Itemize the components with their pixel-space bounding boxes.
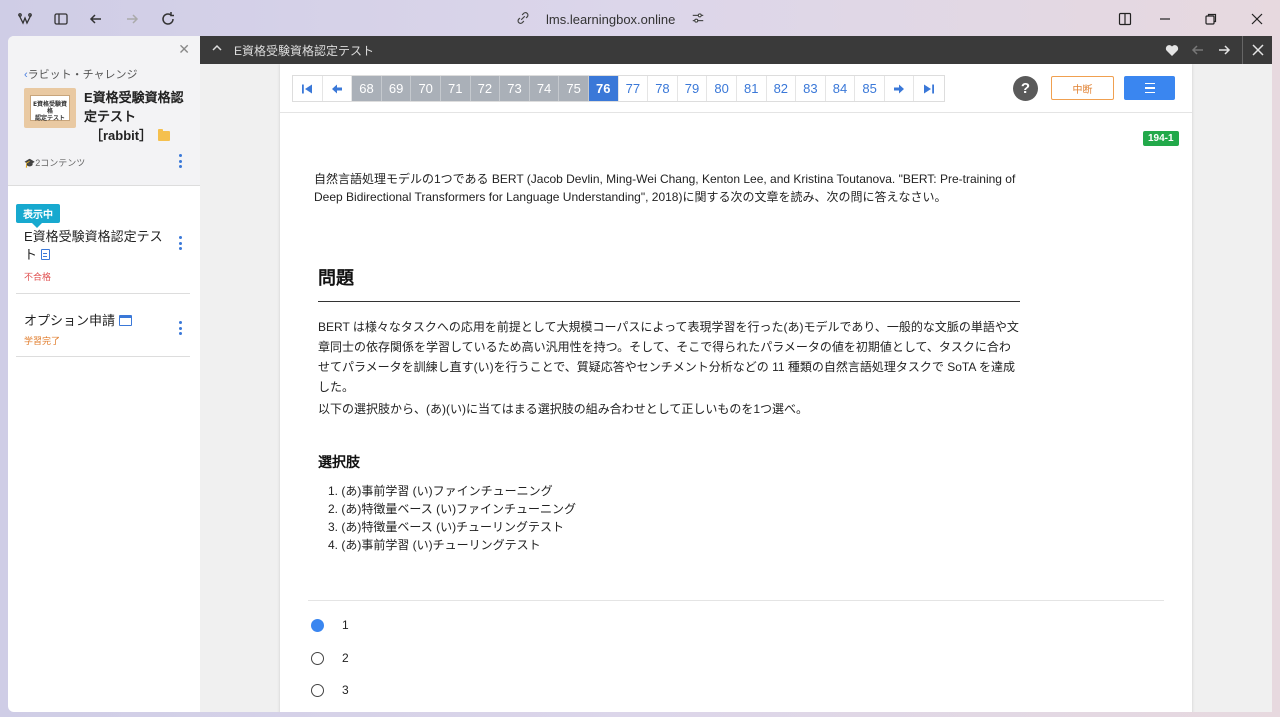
page-button-69[interactable]: 69 — [381, 76, 412, 101]
sidebar-item-option[interactable]: オプション申請 — [24, 310, 133, 329]
page-button-81[interactable]: 81 — [736, 76, 767, 101]
page-button-70[interactable]: 70 — [411, 76, 441, 101]
help-button[interactable]: ? — [1013, 76, 1038, 101]
link-icon — [516, 11, 530, 28]
answer-option-2[interactable]: 2 — [311, 651, 349, 665]
page-button-82[interactable]: 82 — [766, 76, 797, 101]
divider — [308, 600, 1164, 601]
list-item: 1. (あ)事前学習 (い)ファインチューニング — [328, 484, 553, 498]
list-item: 3. (あ)特徴量ベース (い)チューリングテスト — [328, 520, 565, 534]
first-page-icon — [302, 84, 313, 93]
page-button-83[interactable]: 83 — [796, 76, 826, 101]
workspaces-icon[interactable] — [14, 8, 36, 30]
prev-page-button[interactable] — [322, 76, 353, 101]
page-button-74[interactable]: 74 — [529, 76, 560, 101]
content-count: 🎓2コンテンツ — [24, 158, 86, 168]
page-button-80[interactable]: 80 — [707, 76, 737, 101]
prev-content-icon[interactable] — [1190, 42, 1206, 58]
heart-icon[interactable] — [1164, 42, 1180, 58]
item-menu-icon[interactable] — [175, 236, 185, 250]
minimize-icon[interactable] — [1154, 8, 1176, 30]
last-page-icon — [924, 84, 935, 93]
list-item: 2. (あ)特徴量ベース (い)ファインチューニング — [328, 502, 577, 516]
list-item: 4. (あ)事前学習 (い)チューリングテスト — [328, 538, 541, 552]
answer-option-1[interactable]: 1 — [311, 618, 349, 632]
close-content-icon[interactable] — [1250, 42, 1266, 58]
site-settings-icon[interactable] — [691, 11, 705, 28]
content-title: E資格受験資格認定テスト — [234, 44, 375, 58]
page-button-84[interactable]: 84 — [825, 76, 856, 101]
course-sidebar: ✕ ‹ラビット・チャレンジ E資格受験資格 認定テスト E資格受験資格認定テスト… — [8, 36, 200, 712]
arrow-left-icon — [331, 84, 342, 93]
pause-button[interactable]: 中断 — [1051, 76, 1114, 100]
course-header: ✕ ‹ラビット・チャレンジ E資格受験資格 認定テスト E資格受験資格認定テスト… — [8, 36, 200, 186]
course-title: E資格受験資格認定テスト ［rabbit］ — [84, 90, 184, 143]
course-menu-icon[interactable] — [175, 154, 185, 168]
question-id-badge: 194-1 — [1143, 131, 1179, 146]
page-button-73[interactable]: 73 — [500, 76, 530, 101]
question-pager: 68 69 70 71 72 73 74 75 76 77 78 79 80 81 82 83 84 85 — [292, 75, 946, 102]
divider — [16, 356, 190, 357]
page-button-68[interactable]: 68 — [352, 76, 382, 101]
page-button-71[interactable]: 71 — [440, 76, 471, 101]
back-to-course-link[interactable]: ‹ラビット・チャレンジ — [24, 66, 138, 82]
divider — [16, 293, 190, 294]
radio-button[interactable] — [311, 618, 324, 632]
last-page-button[interactable] — [914, 76, 945, 101]
url-text: lms.learningbox.online — [546, 11, 676, 27]
arrow-right-icon — [894, 84, 905, 93]
page-button-76[interactable]: 76 — [588, 76, 619, 101]
next-page-button[interactable] — [884, 76, 915, 101]
window-icon — [119, 315, 133, 326]
page-button-77[interactable]: 77 — [618, 76, 649, 101]
page-button-72[interactable]: 72 — [470, 76, 501, 101]
browser-toolbar: lms.learningbox.online — [0, 0, 1280, 36]
radio-button[interactable] — [311, 651, 324, 665]
sidebar-item-test[interactable]: E資格受験資格認定テスト — [24, 228, 168, 264]
forward-arrow-icon[interactable] — [121, 8, 143, 30]
course-thumbnail: E資格受験資格 認定テスト — [24, 88, 76, 128]
sidebar-toggle-icon[interactable] — [50, 8, 72, 30]
address-bar[interactable]: lms.learningbox.online — [516, 9, 705, 29]
folder-icon — [158, 129, 171, 141]
close-sidebar-icon[interactable]: ✕ — [178, 42, 190, 58]
radio-button[interactable] — [311, 683, 324, 697]
problem-instruction: 以下の選択肢から、(あ)(い)に当てはまる選択肢の組み合わせとして正しいものを1… — [318, 402, 809, 416]
split-view-icon[interactable] — [1114, 8, 1136, 30]
first-page-button[interactable] — [293, 76, 323, 101]
close-window-icon[interactable] — [1246, 8, 1268, 30]
item-menu-icon[interactable] — [175, 321, 185, 335]
question-intro: 自然言語処理モデルの1つである BERT (Jacob Devlin, Ming… — [314, 172, 1016, 204]
problem-text: BERT は様々なタスクへの応用を前提として大規模コーパスによって表現学習を行っ… — [318, 320, 1019, 394]
problem-heading: 問題 — [318, 268, 354, 288]
graduation-cap-icon: 🎓 — [24, 158, 36, 168]
choices-heading: 選択肢 — [318, 454, 360, 470]
next-content-icon[interactable] — [1216, 42, 1232, 58]
current-badge: 表示中 — [16, 204, 60, 228]
list-icon — [1144, 81, 1155, 95]
course-tag: ［rabbit］ — [90, 128, 153, 143]
question-paper: 68 69 70 71 72 73 74 75 76 77 78 79 80 81 82 83 84 85 ? 中… — [280, 64, 1192, 712]
restore-icon[interactable] — [1200, 8, 1222, 30]
status-label: 不合格 — [24, 272, 52, 282]
question-list-button[interactable] — [1124, 76, 1175, 100]
page-button-85[interactable]: 85 — [855, 76, 885, 101]
page-button-75[interactable]: 75 — [559, 76, 589, 101]
chevron-up-icon[interactable] — [210, 41, 224, 55]
page-button-79[interactable]: 79 — [677, 76, 708, 101]
page-numbers: 68 69 70 71 72 73 74 75 76 77 78 79 80 81 82 83 84 85 — [352, 76, 885, 101]
back-arrow-icon[interactable] — [85, 8, 107, 30]
content-area: 68 69 70 71 72 73 74 75 76 77 78 79 80 81 82 83 84 85 ? 中… — [200, 64, 1272, 712]
page-button-78[interactable]: 78 — [648, 76, 678, 101]
choices-list: 1. (あ)事前学習 (い)ファインチューニング 2. (あ)特徴量ベース (い… — [328, 482, 576, 554]
reload-icon[interactable] — [157, 8, 179, 30]
divider — [318, 301, 1020, 302]
document-icon — [41, 249, 51, 260]
answer-option-3[interactable]: 3 — [311, 683, 349, 697]
content-topbar: E資格受験資格認定テスト — [200, 36, 1272, 64]
status-label: 学習完了 — [24, 336, 61, 346]
